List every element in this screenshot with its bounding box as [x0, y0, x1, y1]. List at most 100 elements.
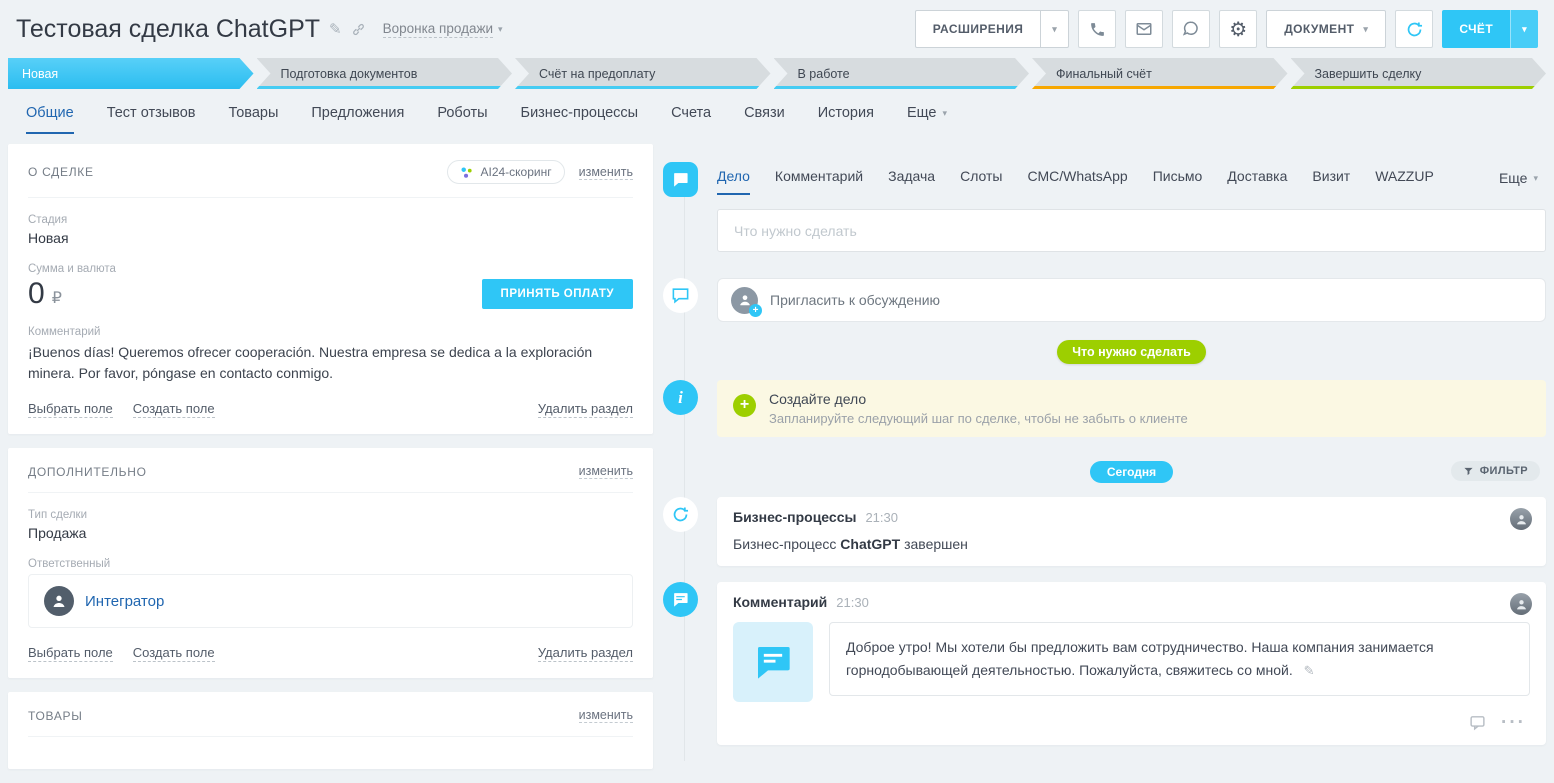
- stage-underline: [257, 86, 513, 89]
- extensions-label[interactable]: РАСШИРЕНИЯ: [916, 11, 1041, 47]
- invite-label: Пригласить к обсуждению: [770, 292, 940, 308]
- todo-input[interactable]: [717, 209, 1546, 252]
- document-button[interactable]: ДОКУМЕНТ ▾: [1266, 10, 1386, 48]
- automation-button[interactable]: [1395, 10, 1433, 48]
- settings-button[interactable]: ⚙: [1219, 10, 1257, 48]
- tab-invoices[interactable]: Счета: [671, 105, 711, 134]
- filter-button[interactable]: ФИЛЬТР: [1451, 461, 1540, 481]
- content-area: О СДЕЛКЕ AI24-скоринг изменить Стадия Но…: [0, 134, 1554, 783]
- comment-content: Доброе утро! Мы хотели бы предложить вам…: [733, 622, 1530, 702]
- invoice-dropdown-toggle[interactable]: ▾: [1510, 10, 1538, 48]
- card-header: ТОВАРЫ изменить: [28, 708, 633, 737]
- stage-underline: [515, 86, 771, 89]
- card-header: О СДЕЛКЕ AI24-скоринг изменить: [28, 160, 633, 198]
- create-activity-title: Создайте дело: [769, 391, 1188, 407]
- delete-section-link[interactable]: Удалить раздел: [538, 645, 633, 662]
- avatar: [1510, 508, 1532, 530]
- stage-in-progress[interactable]: В работе: [774, 58, 1030, 89]
- edit-additional-link[interactable]: изменить: [579, 464, 633, 479]
- tab-links[interactable]: Связи: [744, 105, 785, 134]
- create-field-link[interactable]: Создать поле: [133, 645, 215, 662]
- add-activity-button[interactable]: +: [733, 394, 756, 417]
- timeline-tab-comment[interactable]: Комментарий: [775, 168, 863, 195]
- timeline-tab-mail[interactable]: Письмо: [1153, 168, 1203, 195]
- invoice-button[interactable]: СЧЁТ ▾: [1442, 10, 1538, 48]
- timeline-tab-activity[interactable]: Дело: [717, 168, 750, 195]
- chat-bubble-icon: [1182, 20, 1200, 38]
- email-button[interactable]: [1125, 10, 1163, 48]
- invoice-label[interactable]: СЧЁТ: [1442, 10, 1510, 48]
- call-button[interactable]: [1078, 10, 1116, 48]
- timeline-entry-card[interactable]: Бизнес-процессы 21:30 Бизнес-процесс Cha…: [717, 497, 1546, 566]
- timeline-entry-card[interactable]: Комментарий 21:30 Доброе утро! Мы хотели: [717, 582, 1546, 745]
- stage-prepay-invoice[interactable]: Счёт на предоплату: [515, 58, 771, 89]
- deal-page: Тестовая сделка ChatGPT ✎ Воронка продаж…: [0, 0, 1554, 783]
- copy-link-icon[interactable]: [351, 22, 366, 37]
- comment-icon: [663, 582, 698, 617]
- responsible-user-link[interactable]: Интегратор: [85, 593, 164, 610]
- stage-new[interactable]: Новая: [8, 58, 254, 89]
- entry-text-suffix: завершен: [900, 536, 968, 552]
- chevron-down-icon: ▾: [498, 25, 503, 34]
- timeline-tab-wazzup[interactable]: WAZZUP: [1375, 168, 1434, 195]
- tab-robots[interactable]: Роботы: [437, 105, 487, 134]
- additional-card: ДОПОЛНИТЕЛЬНО изменить Тип сделки Продаж…: [8, 448, 653, 678]
- timeline-tab-visit[interactable]: Визит: [1312, 168, 1350, 195]
- products-card: ТОВАРЫ изменить: [8, 692, 653, 769]
- discussion-bubble-icon: [663, 278, 698, 313]
- ai-scoring-badge[interactable]: AI24-скоринг: [447, 160, 564, 184]
- title-area: Тестовая сделка ChatGPT ✎ Воронка продаж…: [16, 15, 503, 44]
- stage-underline: [774, 86, 1030, 89]
- timeline-tab-task[interactable]: Задача: [888, 168, 935, 195]
- hint-row: Что нужно сделать: [663, 340, 1546, 364]
- edit-about-link[interactable]: изменить: [579, 165, 633, 180]
- field-responsible: Ответственный Интегратор: [28, 558, 633, 628]
- timeline-tab-more[interactable]: Еще ▾: [1499, 170, 1546, 195]
- stage-final-invoice[interactable]: Финальный счёт: [1032, 58, 1288, 89]
- timeline-tab-slots[interactable]: Слоты: [960, 168, 1002, 195]
- tab-history[interactable]: История: [818, 105, 874, 134]
- invite-to-discussion[interactable]: + Пригласить к обсуждению: [717, 278, 1546, 322]
- deal-tabs: Общие Тест отзывов Товары Предложения Ро…: [0, 89, 1554, 134]
- avatar: [1510, 593, 1532, 615]
- stage-close-deal[interactable]: Завершить сделку: [1291, 58, 1547, 89]
- tab-more[interactable]: Еще ▾: [907, 105, 947, 134]
- chat-button[interactable]: [1172, 10, 1210, 48]
- tab-general[interactable]: Общие: [26, 105, 74, 134]
- create-deal-row: i + Создайте дело Запланируйте следующий…: [663, 380, 1546, 437]
- sales-funnel-selector[interactable]: Воронка продажи ▾: [383, 21, 503, 38]
- ai-scoring-label: AI24-скоринг: [480, 165, 551, 179]
- field-comment: Комментарий ¡Buenos días! Queremos ofrec…: [28, 326, 633, 384]
- extensions-button[interactable]: РАСШИРЕНИЯ ▾: [915, 10, 1070, 48]
- select-field-link[interactable]: Выбрать поле: [28, 401, 113, 418]
- edit-products-link[interactable]: изменить: [579, 708, 633, 723]
- tab-products[interactable]: Товары: [228, 105, 278, 134]
- accept-payment-button[interactable]: ПРИНЯТЬ ОПЛАТУ: [482, 279, 633, 309]
- invite-row: + Пригласить к обсуждению: [663, 278, 1546, 322]
- stage-label: Новая: [22, 67, 58, 81]
- business-process-icon: [1405, 20, 1424, 39]
- entry-text-bold: ChatGPT: [840, 536, 900, 552]
- timeline-tab-sms-whatsapp[interactable]: СМС/WhatsApp: [1027, 168, 1127, 195]
- edit-comment-icon[interactable]: ✎: [1304, 663, 1315, 678]
- extensions-dropdown-toggle[interactable]: ▾: [1040, 11, 1068, 47]
- edit-title-icon[interactable]: ✎: [329, 20, 342, 38]
- delete-section-link[interactable]: Удалить раздел: [538, 401, 633, 418]
- card-footer-links: Выбрать поле Создать поле Удалить раздел: [28, 401, 633, 418]
- tab-quotes[interactable]: Предложения: [311, 105, 404, 134]
- field-label: Тип сделки: [28, 509, 633, 521]
- tab-reviews-test[interactable]: Тест отзывов: [107, 105, 196, 134]
- more-actions-icon[interactable]: ···: [1501, 718, 1526, 728]
- stage-label: Счёт на предоплату: [539, 67, 655, 81]
- stage-docs[interactable]: Подготовка документов: [257, 58, 513, 89]
- select-field-link[interactable]: Выбрать поле: [28, 645, 113, 662]
- timeline-tab-delivery[interactable]: Доставка: [1227, 168, 1287, 195]
- reply-comment-icon[interactable]: [1469, 714, 1486, 731]
- field-label: Ответственный: [28, 558, 633, 570]
- stage-underline: [1291, 86, 1547, 89]
- create-field-link[interactable]: Создать поле: [133, 401, 215, 418]
- stage-label: Подготовка документов: [281, 67, 418, 81]
- entry-time: 21:30: [865, 510, 898, 525]
- avatar: [44, 586, 74, 616]
- tab-business-processes[interactable]: Бизнес-процессы: [521, 105, 639, 134]
